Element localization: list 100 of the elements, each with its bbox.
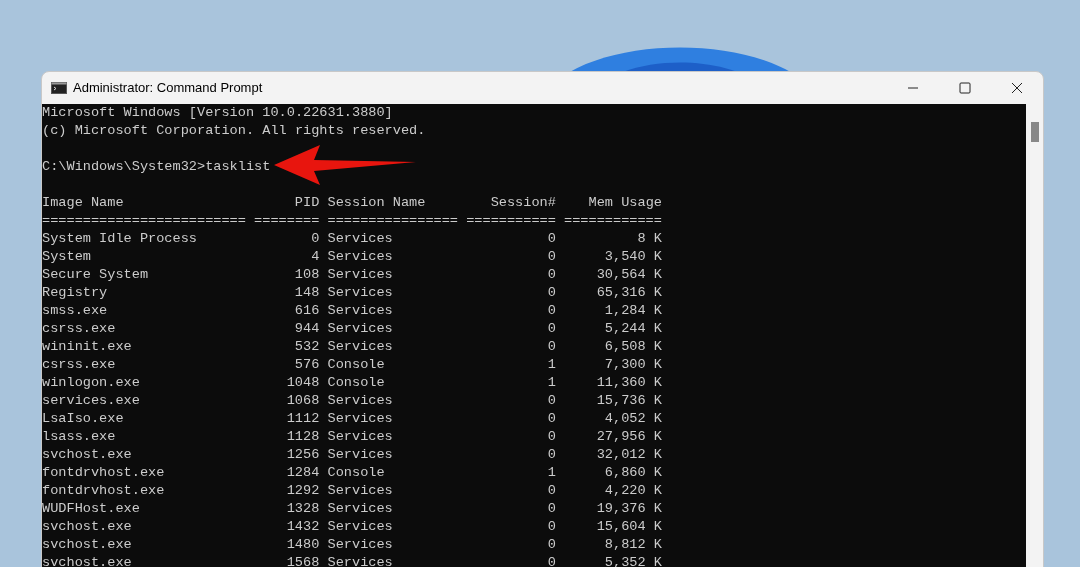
- table-cell: 1328: [286, 501, 320, 516]
- table-cell: Services: [327, 429, 393, 444]
- table-cell: Services: [327, 303, 393, 318]
- command-line: C:\Windows\System32>tasklist: [42, 158, 271, 176]
- table-cell: 0: [547, 537, 556, 552]
- column-header: Session#: [490, 195, 556, 210]
- table-cell: LsaIso.exe: [42, 411, 124, 426]
- terminal-icon: [51, 82, 67, 94]
- table-cell: 4,220 K: [604, 483, 662, 498]
- table-cell: 19,376 K: [596, 501, 662, 516]
- table-cell: 8 K: [637, 231, 662, 246]
- header-rule: ===========: [466, 213, 556, 228]
- table-cell: 0: [547, 519, 556, 534]
- close-icon: [1011, 82, 1023, 94]
- table-cell: 576: [294, 357, 320, 372]
- table-cell: 1568: [286, 555, 320, 567]
- table-cell: 3,540 K: [604, 249, 662, 264]
- table-cell: 0: [547, 285, 556, 300]
- table-cell: 0: [547, 231, 556, 246]
- table-cell: 32,012 K: [596, 447, 662, 462]
- table-cell: Services: [327, 537, 393, 552]
- table-cell: Services: [327, 519, 393, 534]
- table-cell: 108: [294, 267, 320, 282]
- table-cell: 1068: [286, 393, 320, 408]
- table-cell: svchost.exe: [42, 537, 132, 552]
- table-cell: 5,244 K: [604, 321, 662, 336]
- table-cell: winlogon.exe: [42, 375, 140, 390]
- table-cell: 0: [547, 411, 556, 426]
- table-cell: Services: [327, 285, 393, 300]
- table-cell: Services: [327, 411, 393, 426]
- table-cell: System Idle Process: [42, 231, 197, 246]
- table-cell: Console: [327, 357, 385, 372]
- header-rule: ============: [564, 213, 662, 228]
- table-cell: 65,316 K: [596, 285, 662, 300]
- table-cell: csrss.exe: [42, 321, 116, 336]
- table-cell: 944: [294, 321, 320, 336]
- table-cell: Services: [327, 555, 393, 567]
- table-cell: wininit.exe: [42, 339, 132, 354]
- table-cell: fontdrvhost.exe: [42, 483, 165, 498]
- table-cell: csrss.exe: [42, 357, 116, 372]
- table-cell: 1,284 K: [604, 303, 662, 318]
- table-cell: Services: [327, 321, 393, 336]
- table-cell: svchost.exe: [42, 555, 132, 567]
- table-cell: 1128: [286, 429, 320, 444]
- maximize-icon: [959, 82, 971, 94]
- table-cell: 0: [547, 339, 556, 354]
- table-cell: 4,052 K: [604, 411, 662, 426]
- table-cell: 6,508 K: [604, 339, 662, 354]
- table-cell: 1432: [286, 519, 320, 534]
- table-cell: Services: [327, 447, 393, 462]
- header-rule: =========================: [42, 213, 246, 228]
- table-cell: 0: [547, 483, 556, 498]
- table-cell: WUDFHost.exe: [42, 501, 140, 516]
- table-cell: lsass.exe: [42, 429, 116, 444]
- table-cell: Services: [327, 393, 393, 408]
- header-rule: ========: [254, 213, 320, 228]
- table-cell: Services: [327, 339, 393, 354]
- table-cell: 1112: [286, 411, 320, 426]
- table-cell: 27,956 K: [596, 429, 662, 444]
- table-cell: Console: [327, 375, 385, 390]
- table-cell: Registry: [42, 285, 108, 300]
- table-cell: services.exe: [42, 393, 140, 408]
- table-cell: 1048: [286, 375, 320, 390]
- table-cell: Secure System: [42, 267, 149, 282]
- table-cell: 7,300 K: [604, 357, 662, 372]
- table-cell: 0: [547, 555, 556, 567]
- table-cell: fontdrvhost.exe: [42, 465, 165, 480]
- header-rule: ================: [327, 213, 459, 228]
- table-cell: 0: [547, 429, 556, 444]
- table-cell: 30,564 K: [596, 267, 662, 282]
- table-cell: 8,812 K: [604, 537, 662, 552]
- table-cell: 0: [547, 267, 556, 282]
- banner-line: Microsoft Windows [Version 10.0.22631.3880]: [42, 104, 393, 122]
- table-cell: 0: [547, 501, 556, 516]
- table-cell: 1256: [286, 447, 320, 462]
- table-cell: 1284: [286, 465, 320, 480]
- column-header: PID: [294, 195, 320, 210]
- table-cell: 1480: [286, 537, 320, 552]
- table-cell: 616: [294, 303, 320, 318]
- table-cell: 11,360 K: [596, 375, 662, 390]
- table-cell: 15,604 K: [596, 519, 662, 534]
- table-cell: Console: [327, 465, 385, 480]
- table-cell: 1: [547, 465, 556, 480]
- table-cell: 1: [547, 375, 556, 390]
- column-header: Mem Usage: [588, 195, 662, 210]
- banner-line: (c) Microsoft Corporation. All rights reserved.: [42, 122, 426, 140]
- table-cell: 6,860 K: [604, 465, 662, 480]
- table-cell: Services: [327, 267, 393, 282]
- table-cell: 0: [311, 231, 320, 246]
- table-cell: Services: [327, 249, 393, 264]
- column-header: Session Name: [327, 195, 426, 210]
- column-header: Image Name: [42, 195, 124, 210]
- table-cell: 4: [311, 249, 320, 264]
- scrollbar-thumb[interactable]: [1030, 122, 1039, 142]
- table-cell: 0: [547, 249, 556, 264]
- table-cell: 1: [547, 357, 556, 372]
- table-cell: svchost.exe: [42, 519, 132, 534]
- table-cell: 0: [547, 447, 556, 462]
- table-cell: Services: [327, 231, 393, 246]
- table-cell: svchost.exe: [42, 447, 132, 462]
